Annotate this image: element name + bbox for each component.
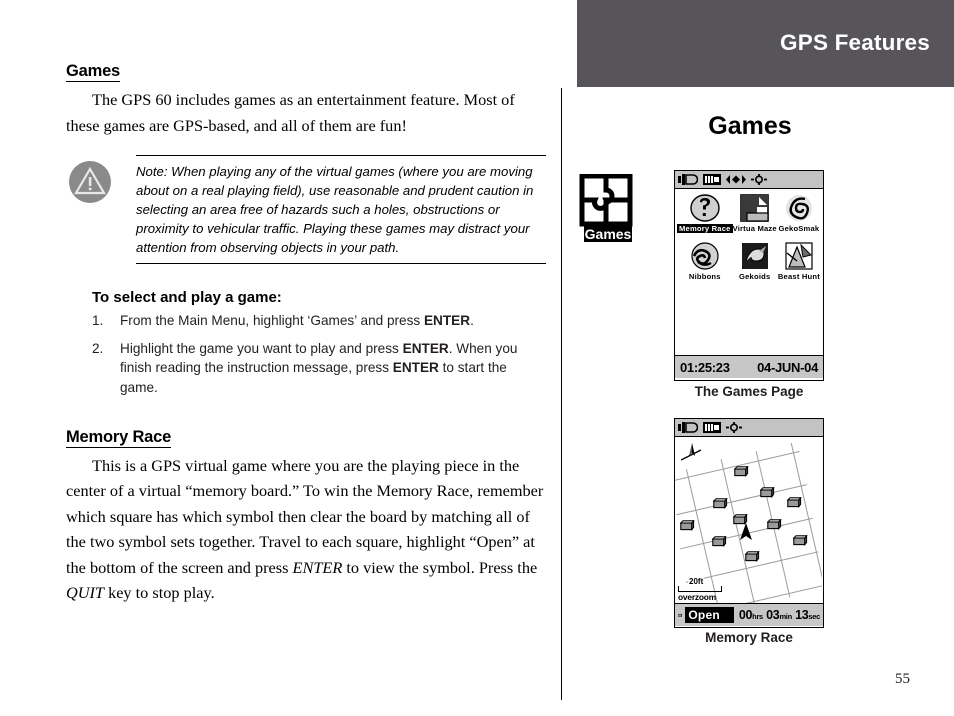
memory-race-map[interactable]: 20ft overzoom bbox=[675, 437, 823, 603]
memory-race-heading: Memory Race bbox=[66, 428, 171, 448]
game-item[interactable]: Gekoids bbox=[733, 241, 777, 289]
note-text: Note: When playing any of the virtual ga… bbox=[136, 163, 534, 255]
gps-clock-bar: 01:25:23 04-JUN-04 bbox=[675, 355, 823, 378]
procedure-steps: 1. From the Main Menu, highlight ‘Games’ … bbox=[66, 311, 546, 398]
game-item[interactable]: Beast Hunt bbox=[777, 241, 821, 289]
snake-icon bbox=[689, 241, 721, 271]
note-callout: Note: When playing any of the virtual ga… bbox=[66, 154, 546, 267]
left-text-column: Games The GPS 60 includes games as an en… bbox=[66, 62, 546, 605]
memory-race-action-bar: Open 00hrs 03min 13sec bbox=[675, 603, 823, 626]
question-head-icon bbox=[689, 193, 721, 223]
backlight-icon bbox=[726, 422, 742, 433]
gps-games-list: Memory Race Virtua Maze GekoSmak Nibbons Gek… bbox=[675, 189, 823, 355]
step-number: 2. bbox=[92, 340, 104, 356]
chest-icon bbox=[786, 495, 802, 513]
chest-icon bbox=[733, 464, 749, 482]
memory-race-timer: 00hrs 03min 13sec bbox=[739, 608, 820, 622]
key-label: ENTER bbox=[423, 312, 471, 328]
chest-icon bbox=[766, 517, 782, 535]
chest-icon bbox=[744, 549, 760, 567]
compass-icon bbox=[726, 175, 746, 184]
gps-clock-date: 04-JUN-04 bbox=[757, 359, 818, 375]
gps-status-bar-2 bbox=[675, 419, 823, 437]
chest-icon bbox=[759, 485, 775, 503]
key-label: QUIT bbox=[66, 583, 104, 603]
key-label: ENTER bbox=[402, 340, 449, 356]
timer-minutes-unit: min bbox=[779, 612, 792, 621]
games-puzzle-logo-icon: Games bbox=[578, 173, 640, 244]
overzoom-label: overzoom bbox=[678, 592, 716, 602]
svg-text:Games: Games bbox=[585, 226, 632, 242]
game-label: Virtua Maze bbox=[732, 224, 777, 233]
key-label: ENTER bbox=[292, 557, 343, 577]
battery-icon bbox=[678, 174, 698, 185]
chest-icon bbox=[711, 534, 727, 552]
battery-icon bbox=[678, 422, 698, 433]
game-label: Beast Hunt bbox=[777, 272, 820, 281]
gps-status-bar bbox=[675, 171, 823, 189]
games-section-heading: Games bbox=[66, 62, 120, 83]
gecko-icon bbox=[783, 193, 815, 223]
timer-hours: 00 bbox=[738, 608, 753, 622]
games-intro-paragraph: The GPS 60 includes games as an entertai… bbox=[66, 90, 515, 135]
step-number: 1. bbox=[92, 312, 104, 328]
games-icon-grid: Memory Race Virtua Maze GekoSmak Nibbons Gek… bbox=[675, 189, 823, 289]
gps-clock-time: 01:25:23 bbox=[680, 359, 730, 375]
timer-seconds: 13 bbox=[795, 608, 809, 622]
timer-hours-unit: hrs bbox=[752, 612, 763, 621]
gps-screen-memory-race[interactable]: 20ft overzoom Open 00hrs 03min 13sec bbox=[674, 418, 824, 628]
chest-icon bbox=[792, 533, 808, 551]
caption-memory-race: Memory Race bbox=[705, 630, 793, 645]
procedure-step: 2. Highlight the game you want to play an… bbox=[66, 339, 546, 398]
timer-minutes: 03 bbox=[766, 608, 780, 622]
step-text: Highlight the game you want to play and … bbox=[120, 340, 518, 396]
caption-games-page: The Games Page bbox=[694, 384, 804, 399]
game-item[interactable]: Nibbons bbox=[677, 241, 733, 289]
game-label: GekoSmak bbox=[778, 224, 820, 233]
warning-triangle-icon bbox=[68, 160, 112, 204]
procedure-heading: To select and play a game: bbox=[92, 288, 282, 306]
step-text: From the Main Menu, highlight ‘Games’ an… bbox=[120, 312, 474, 328]
page-number: 55 bbox=[895, 671, 910, 687]
game-label: Memory Race bbox=[677, 224, 733, 233]
signal-bars-icon bbox=[703, 422, 721, 433]
maze-icon bbox=[739, 193, 771, 223]
right-column-heading: Games bbox=[708, 112, 792, 140]
game-item[interactable]: Memory Race bbox=[677, 193, 733, 241]
game-label: Nibbons bbox=[688, 272, 721, 281]
gps-screen-games-page[interactable]: Memory Race Virtua Maze GekoSmak Nibbons Gek… bbox=[674, 170, 824, 381]
game-label: Gekoids bbox=[739, 272, 771, 281]
key-label: ENTER bbox=[392, 360, 439, 376]
north-arrow-icon bbox=[681, 443, 702, 461]
open-button[interactable]: Open bbox=[685, 607, 734, 623]
chest-icon bbox=[712, 496, 728, 514]
signal-bars-icon bbox=[703, 174, 721, 185]
column-divider bbox=[561, 88, 563, 700]
chest-icon bbox=[678, 613, 683, 617]
map-scale: 20ft overzoom bbox=[678, 577, 722, 602]
game-item[interactable]: GekoSmak bbox=[777, 193, 821, 241]
banner-title: GPS Features bbox=[780, 30, 930, 55]
game-item[interactable]: Virtua Maze bbox=[733, 193, 777, 241]
procedure-step: 1. From the Main Menu, highlight ‘Games’ … bbox=[66, 311, 546, 331]
gekoids-icon bbox=[739, 241, 771, 271]
note-body: Note: When playing any of the virtual ga… bbox=[136, 154, 546, 264]
scale-value: 20ft bbox=[688, 577, 705, 586]
player-marker-icon bbox=[740, 523, 752, 540]
chest-icon bbox=[679, 518, 695, 536]
timer-seconds-unit: sec bbox=[808, 612, 820, 621]
memory-race-paragraph: This is a GPS virtual game where you are… bbox=[66, 455, 544, 603]
beast-icon bbox=[783, 241, 815, 271]
backlight-icon bbox=[751, 174, 767, 185]
scale-bar: 20ft bbox=[678, 577, 722, 592]
